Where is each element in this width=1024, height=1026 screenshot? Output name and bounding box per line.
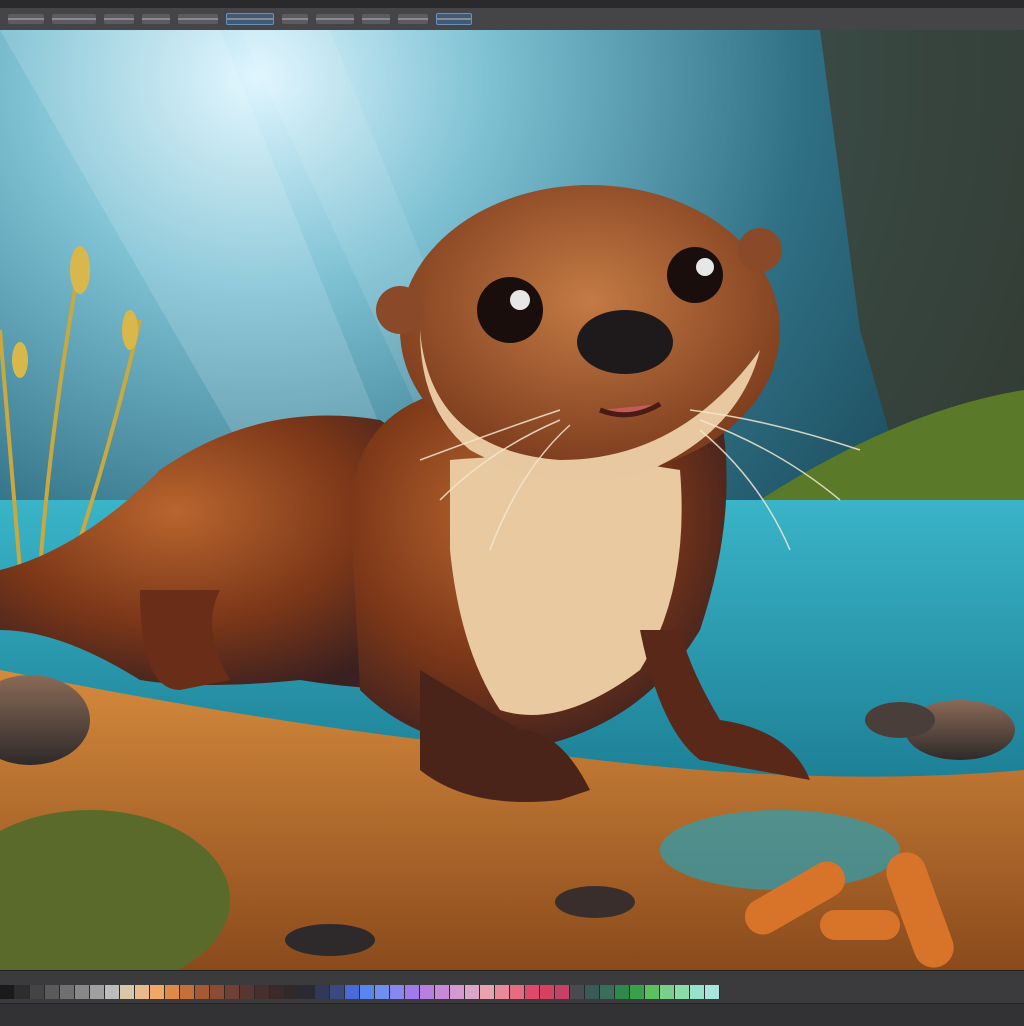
color-swatch[interactable]	[90, 985, 105, 999]
color-swatch[interactable]	[300, 985, 315, 999]
color-swatch[interactable]	[360, 985, 375, 999]
window-icon[interactable]	[316, 14, 354, 24]
color-swatch[interactable]	[510, 985, 525, 999]
tool-label	[316, 18, 354, 20]
color-swatch[interactable]	[375, 985, 390, 999]
color-swatch[interactable]	[600, 985, 615, 999]
color-swatch[interactable]	[630, 985, 645, 999]
color-swatch[interactable]	[555, 985, 570, 999]
filter-icon[interactable]	[226, 13, 274, 25]
help-icon[interactable]	[362, 14, 390, 24]
layer-icon[interactable]	[142, 14, 170, 24]
color-swatch[interactable]	[480, 985, 495, 999]
color-swatch[interactable]	[225, 985, 240, 999]
color-swatch[interactable]	[570, 985, 585, 999]
tool-label	[142, 18, 170, 20]
color-swatch[interactable]	[495, 985, 510, 999]
title-bar	[0, 0, 1024, 8]
color-swatch[interactable]	[120, 985, 135, 999]
tool-label	[362, 18, 390, 20]
color-swatch[interactable]	[525, 985, 540, 999]
color-swatch[interactable]	[75, 985, 90, 999]
tool-label	[178, 18, 218, 20]
color-swatch[interactable]	[195, 985, 210, 999]
color-swatch[interactable]	[465, 985, 480, 999]
color-swatch[interactable]	[675, 985, 690, 999]
edit-icon[interactable]	[52, 14, 96, 24]
tool-label	[104, 18, 134, 20]
color-swatch[interactable]	[165, 985, 180, 999]
color-swatch[interactable]	[15, 985, 30, 999]
color-swatch[interactable]	[615, 985, 630, 999]
tool-label	[227, 18, 273, 20]
color-swatch[interactable]	[270, 985, 285, 999]
color-swatch[interactable]	[660, 985, 675, 999]
tool-label	[398, 18, 428, 20]
color-swatch[interactable]	[60, 985, 75, 999]
color-swatch[interactable]	[540, 985, 555, 999]
color-swatch[interactable]	[0, 985, 15, 999]
color-swatch[interactable]	[105, 985, 120, 999]
color-swatch[interactable]	[645, 985, 660, 999]
view-icon[interactable]	[282, 14, 308, 24]
color-swatch[interactable]	[210, 985, 225, 999]
color-swatch[interactable]	[345, 985, 360, 999]
tool-label	[8, 18, 44, 20]
image-canvas[interactable]	[0, 30, 1024, 970]
status-bar	[0, 1003, 1024, 1026]
color-swatch[interactable]	[330, 985, 345, 999]
color-swatch[interactable]	[180, 985, 195, 999]
file-icon[interactable]	[8, 14, 44, 24]
color-swatch[interactable]	[585, 985, 600, 999]
select-icon[interactable]	[178, 14, 218, 24]
color-swatch[interactable]	[690, 985, 705, 999]
color-swatch[interactable]	[150, 985, 165, 999]
extra-icon[interactable]	[398, 14, 428, 24]
image-icon[interactable]	[104, 14, 134, 24]
tool-label	[437, 18, 471, 20]
color-swatch[interactable]	[405, 985, 420, 999]
tool-label	[282, 18, 308, 20]
color-swatch[interactable]	[45, 985, 60, 999]
color-swatch[interactable]	[315, 985, 330, 999]
tool-label	[52, 18, 96, 20]
color-swatch[interactable]	[390, 985, 405, 999]
color-swatch[interactable]	[420, 985, 435, 999]
panel-icon[interactable]	[436, 13, 472, 25]
color-swatches	[0, 985, 720, 999]
color-swatch[interactable]	[135, 985, 150, 999]
otter-artwork	[0, 30, 1024, 970]
color-swatch[interactable]	[450, 985, 465, 999]
color-swatch[interactable]	[30, 985, 45, 999]
palette-bar	[0, 970, 1024, 1026]
color-swatch[interactable]	[240, 985, 255, 999]
color-swatch[interactable]	[255, 985, 270, 999]
toolbar	[0, 8, 1024, 31]
color-swatch[interactable]	[705, 985, 720, 999]
color-swatch[interactable]	[435, 985, 450, 999]
color-swatch[interactable]	[285, 985, 300, 999]
